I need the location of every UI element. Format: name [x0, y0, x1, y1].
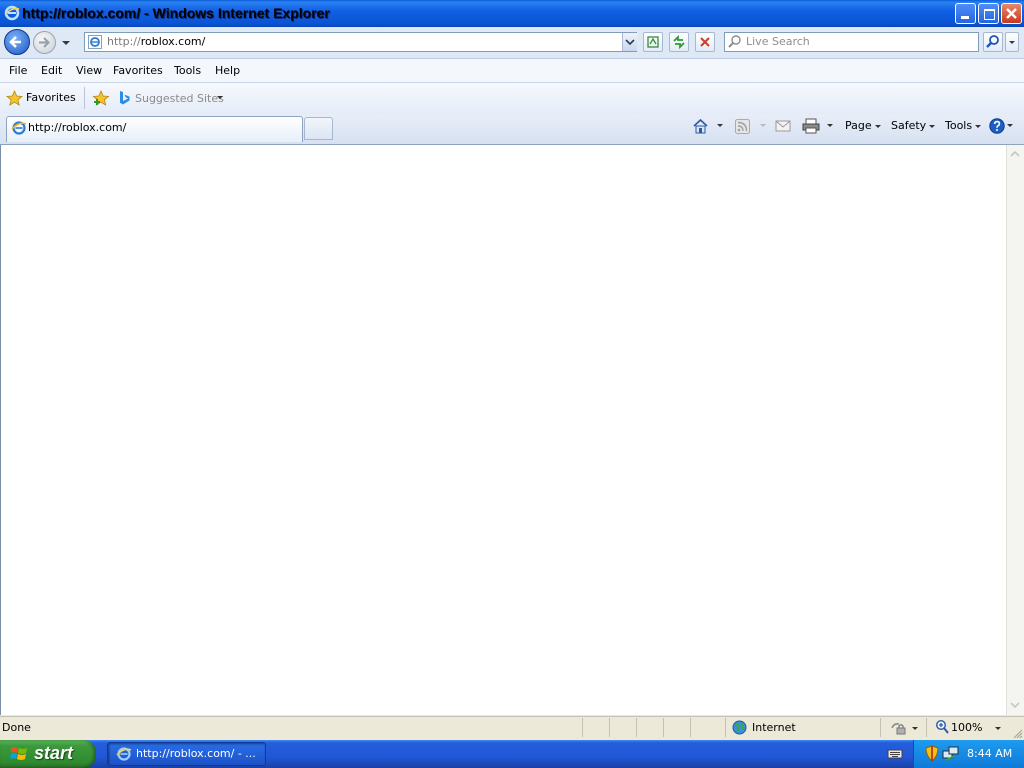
status-divider — [725, 718, 726, 737]
bing-logo-icon — [120, 91, 130, 105]
scroll-down-icon[interactable] — [1007, 697, 1023, 713]
zoom-dropdown-icon[interactable] — [994, 726, 1002, 732]
menu-file[interactable]: File — [9, 64, 27, 77]
tab-label: http://roblox.com/ — [28, 121, 127, 134]
menu-help[interactable]: Help — [215, 64, 240, 77]
status-divider — [880, 718, 881, 737]
favorites-star-icon[interactable] — [6, 90, 23, 107]
recent-pages-dropdown-icon[interactable] — [60, 37, 72, 49]
window-title: http://roblox.com/ - Windows Internet Ex… — [22, 5, 330, 21]
minimize-button[interactable] — [955, 3, 976, 24]
restore-icon — [984, 9, 995, 20]
feeds-dropdown-icon[interactable] — [759, 123, 767, 129]
arrow-left-icon — [9, 36, 21, 48]
close-icon — [1006, 8, 1017, 19]
compatibility-view-button[interactable] — [643, 32, 663, 52]
address-dropdown-button[interactable] — [622, 33, 637, 51]
taskbar-button-label: http://roblox.com/ - ... — [136, 747, 256, 760]
protected-mode-icon[interactable] — [890, 720, 908, 736]
refresh-button[interactable] — [669, 32, 689, 52]
ie-logo-icon — [4, 5, 20, 21]
status-divider — [636, 718, 637, 737]
page-menu-button[interactable]: Page — [845, 119, 881, 132]
address-scheme: http:// — [107, 35, 141, 48]
page-menu-label: Page — [845, 119, 872, 132]
refresh-icon — [673, 34, 685, 50]
chevron-down-icon — [874, 124, 881, 128]
page-icon — [88, 35, 102, 49]
tools-menu-label: Tools — [945, 119, 973, 132]
menu-view[interactable]: View — [76, 64, 102, 77]
vertical-scrollbar[interactable] — [1006, 145, 1024, 715]
help-dropdown-icon[interactable] — [1006, 123, 1014, 129]
safety-menu-label: Safety — [891, 119, 927, 132]
back-button[interactable] — [4, 29, 30, 55]
scroll-up-icon[interactable] — [1007, 146, 1023, 162]
read-mail-icon[interactable] — [775, 119, 791, 133]
maximize-button[interactable] — [978, 3, 999, 24]
search-button[interactable] — [983, 32, 1003, 52]
suggested-sites-dropdown-icon[interactable] — [216, 95, 224, 101]
safety-menu-button[interactable]: Safety — [891, 119, 936, 132]
minimize-icon — [961, 16, 969, 19]
clock: 8:44 AM — [967, 747, 1013, 760]
search-box-icon — [728, 35, 741, 48]
tools-menu-button[interactable]: Tools — [945, 119, 982, 132]
ie-page-icon — [11, 121, 27, 135]
add-to-favorites-bar-icon[interactable] — [92, 90, 110, 107]
stop-icon — [700, 37, 710, 47]
new-tab-button[interactable] — [304, 117, 333, 140]
web-page-content[interactable] — [0, 145, 1006, 715]
security-zone-label[interactable]: Internet — [752, 721, 796, 734]
favorites-separator — [84, 87, 85, 109]
feeds-icon[interactable] — [735, 119, 750, 134]
search-icon — [986, 35, 999, 48]
favorites-button[interactable]: Favorites — [26, 91, 76, 104]
print-icon[interactable] — [802, 118, 820, 134]
home-icon[interactable] — [692, 118, 709, 134]
status-divider — [926, 718, 927, 737]
arrow-right-icon — [39, 37, 51, 48]
compatibility-view-icon — [647, 36, 659, 48]
stop-button[interactable] — [695, 32, 715, 52]
close-button[interactable] — [1001, 3, 1022, 24]
status-divider — [582, 718, 583, 737]
suggested-sites-link[interactable]: Suggested Sites — [135, 92, 224, 105]
internet-zone-icon — [732, 720, 747, 735]
help-icon[interactable] — [989, 118, 1005, 134]
status-divider — [609, 718, 610, 737]
zoom-icon[interactable] — [935, 719, 949, 735]
status-divider — [690, 718, 691, 737]
status-divider — [663, 718, 664, 737]
resize-grip-icon[interactable] — [1012, 728, 1023, 739]
menu-favorites[interactable]: Favorites — [113, 64, 163, 77]
status-bar — [0, 716, 1024, 741]
chevron-down-icon — [1009, 41, 1015, 44]
keyboard-icon[interactable] — [887, 747, 903, 761]
status-text: Done — [2, 721, 31, 734]
windows-logo-icon — [10, 747, 27, 760]
security-shield-icon[interactable] — [924, 745, 940, 762]
zoom-level[interactable]: 100% — [951, 721, 982, 734]
address-field[interactable]: http://roblox.com/ — [107, 35, 205, 48]
print-dropdown-icon[interactable] — [826, 123, 834, 129]
protected-mode-dropdown-icon[interactable] — [911, 726, 919, 732]
forward-button[interactable] — [33, 31, 56, 54]
menu-edit[interactable]: Edit — [41, 64, 62, 77]
ie-logo-icon — [116, 747, 132, 761]
chevron-down-icon — [975, 124, 982, 128]
home-dropdown-icon[interactable] — [716, 123, 724, 129]
chevron-down-icon — [929, 124, 936, 128]
start-label: start — [34, 743, 74, 763]
network-icon[interactable] — [942, 745, 960, 762]
menu-tools[interactable]: Tools — [174, 64, 201, 77]
search-options-button[interactable] — [1005, 32, 1019, 52]
chevron-down-icon — [625, 39, 635, 46]
search-placeholder: Live Search — [746, 35, 810, 48]
address-host: roblox.com/ — [140, 35, 206, 48]
